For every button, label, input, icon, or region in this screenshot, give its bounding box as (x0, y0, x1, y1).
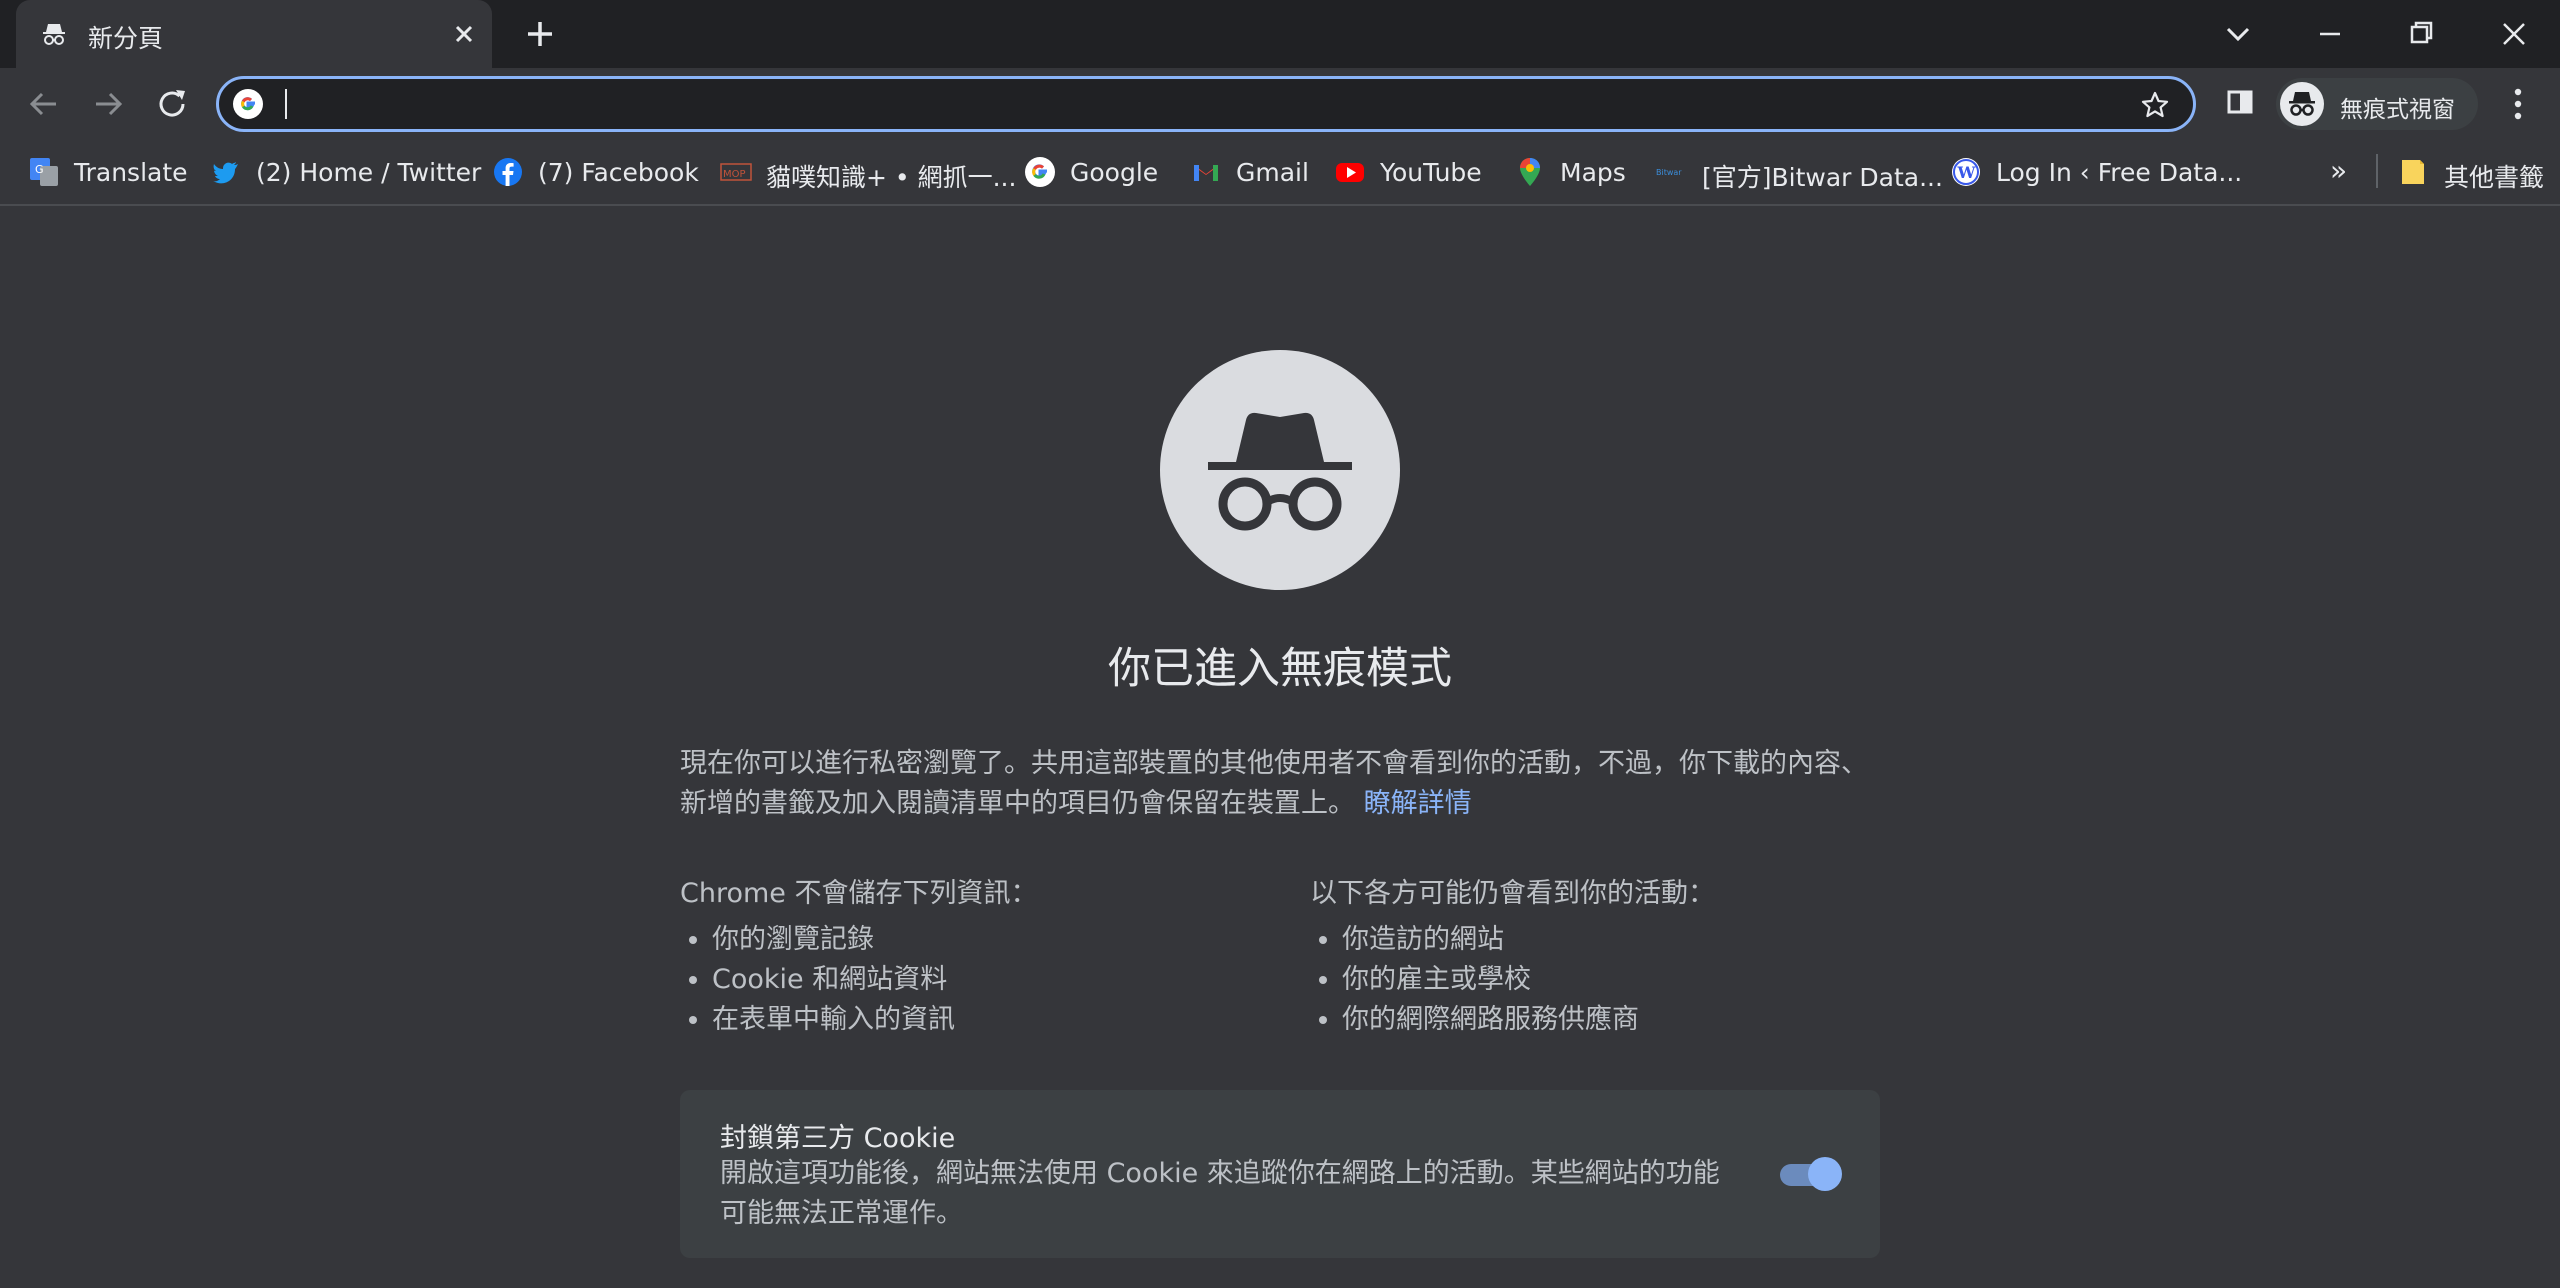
incognito-label: 無痕式視窗 (2340, 97, 2455, 123)
bookmark-maps[interactable]: Maps (1514, 150, 1634, 190)
page-title: 你已進入無痕模式 (1108, 644, 1452, 694)
new-tab-button[interactable] (522, 16, 558, 52)
incognito-icon (2289, 92, 2315, 116)
bookmark-folder-other[interactable]: 其他書籤 (2398, 150, 2558, 192)
wordpress-icon: W (1952, 158, 1980, 186)
tab-new-tab[interactable]: 新分頁 (16, 0, 492, 68)
toggle-knob (1808, 1157, 1842, 1191)
bookmarks-bar: G Translate (2) Home / Twitter (7) Faceb… (0, 140, 2560, 206)
third-party-cookie-card: 封鎖第三方 Cookie 開啟這項功能後，網站無法使用 Cookie 來追蹤你在… (680, 1090, 1880, 1258)
facebook-icon (494, 158, 522, 186)
bitwar-icon: Bitwar (1656, 168, 1682, 177)
google-translate-icon: G (30, 158, 58, 186)
restore-button[interactable] (2400, 12, 2444, 56)
svg-text:MOP: MOP (723, 169, 746, 180)
bookmark-star-icon[interactable] (2139, 89, 2171, 121)
list-item: Cookie 和網站資料 (712, 960, 1280, 1000)
svg-text:G: G (35, 163, 44, 176)
bookmarks-overflow-button[interactable]: » (2330, 154, 2347, 187)
list-item: 在表單中輸入的資訊 (712, 1000, 1280, 1040)
cookie-card-title: 封鎖第三方 Cookie (720, 1123, 956, 1154)
close-icon[interactable] (448, 18, 480, 50)
incognito-profile-button[interactable]: 無痕式視窗 (2276, 78, 2478, 130)
gmail-icon (1194, 165, 1218, 181)
tab-strip: 新分頁 (0, 0, 2560, 68)
side-panel-button[interactable] (2222, 84, 2258, 120)
mop-icon: MOP (720, 163, 752, 181)
toolbar: 無痕式視窗 (0, 68, 2560, 140)
block-cookies-toggle[interactable] (1778, 1156, 1842, 1192)
bookmark-translate[interactable]: G Translate (28, 150, 188, 190)
cookie-card-body: 開啟這項功能後，網站無法使用 Cookie 來追蹤你在網路上的活動。某些網站的功… (720, 1158, 1720, 1229)
tab-search-button[interactable] (2216, 12, 2260, 56)
address-bar[interactable] (216, 76, 2196, 132)
bookmark-mop[interactable]: MOP 貓噗知識+ • 網抓一... (720, 150, 1016, 192)
bookmark-facebook[interactable]: (7) Facebook (492, 150, 702, 190)
url-input[interactable] (289, 87, 2093, 123)
bookmark-bitwar[interactable]: Bitwar [官方]Bitwar Data... (1656, 150, 1943, 192)
google-icon (233, 89, 263, 119)
bookmark-twitter[interactable]: (2) Home / Twitter (210, 150, 481, 190)
youtube-icon (1336, 163, 1364, 182)
may-see-title: 以下各方可能仍會看到你的活動： (1310, 878, 1715, 909)
list-item: 你造訪的網站 (1342, 920, 1910, 960)
not-saved-title: Chrome 不會儲存下列資訊： (680, 878, 1038, 909)
maps-icon (1520, 158, 1540, 186)
may-see-list: 以下各方可能仍會看到你的活動： 你造訪的網站 你的雇主或學校 你的網際網路服務供… (1310, 874, 1910, 1040)
more-menu-icon[interactable] (2498, 82, 2538, 126)
list-item: 你的瀏覽記錄 (712, 920, 1280, 960)
bookmarks-divider (2376, 154, 2378, 188)
not-saved-list: Chrome 不會儲存下列資訊： 你的瀏覽記錄 Cookie 和網站資料 在表單… (680, 874, 1280, 1040)
google-icon (1025, 157, 1055, 187)
tab-title: 新分頁 (88, 24, 164, 53)
spy-icon (1208, 412, 1352, 531)
twitter-icon (213, 162, 238, 184)
incognito-icon (43, 24, 65, 45)
description-text: 現在你可以進行私密瀏覽了。共用這部裝置的其他使用者不會看到你的活動，不過，你下載… (680, 748, 1868, 819)
bookmark-gmail[interactable]: Gmail (1190, 150, 1310, 190)
learn-more-link[interactable]: 瞭解詳情 (1364, 788, 1472, 819)
close-window-button[interactable] (2492, 12, 2536, 56)
bookmark-wordpress[interactable]: W Log In ‹ Free Data... (1950, 150, 2242, 190)
folder-icon (2402, 160, 2424, 184)
forward-button[interactable] (88, 84, 128, 124)
list-item: 你的雇主或學校 (1342, 960, 1910, 1000)
text-cursor (285, 89, 287, 119)
svg-text:Bitwar: Bitwar (1656, 168, 1682, 177)
reload-button[interactable] (152, 84, 192, 124)
incognito-description: 現在你可以進行私密瀏覽了。共用這部裝置的其他使用者不會看到你的活動，不過，你下載… (680, 744, 1880, 824)
avatar (2280, 82, 2324, 126)
back-button[interactable] (24, 84, 64, 124)
minimize-button[interactable] (2308, 12, 2352, 56)
incognito-hero-icon (1160, 350, 1400, 590)
svg-text:W: W (1957, 163, 1977, 182)
list-item: 你的網際網路服務供應商 (1342, 1000, 1910, 1040)
bookmark-google[interactable]: Google (1024, 150, 1164, 190)
bookmark-youtube[interactable]: YouTube (1334, 150, 1494, 190)
